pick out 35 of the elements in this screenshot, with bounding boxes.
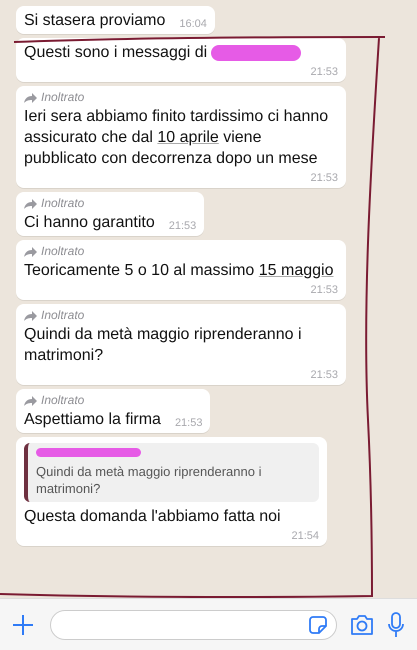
forwarded-label: Inoltrato — [41, 196, 84, 211]
date-link[interactable]: 15 maggio — [258, 262, 334, 279]
message-text: Questi sono i messaggi di — [24, 42, 338, 63]
date-link[interactable]: 10 aprile — [157, 129, 219, 146]
message-text: Ieri sera abbiamo finito tardissimo ci hanno assicurato che dal 10 aprile viene pubblicato con decorrenza dopo un mese — [24, 107, 330, 169]
message-time: 21:54 — [291, 529, 319, 543]
message-time: 16:04 — [179, 17, 207, 31]
sticker-icon[interactable] — [308, 614, 328, 634]
forwarded-label: Inoltrato — [41, 90, 84, 105]
message-text: Quindi da metà maggio riprenderanno i matrimoni? — [24, 325, 302, 366]
forwarded-label: Inoltrato — [41, 393, 84, 408]
message-time: 21:53 — [168, 219, 196, 233]
forwarded-label: Inoltrato — [41, 244, 84, 259]
message-text: Questa domanda l'abbiamo fatta noi — [24, 507, 282, 527]
message-time: 21:53 — [310, 283, 338, 297]
forward-icon — [24, 198, 37, 208]
forward-icon — [24, 92, 37, 102]
forward-icon — [24, 396, 37, 406]
message-text: Aspettiamo la firma — [24, 410, 161, 430]
message-time: 21:53 — [310, 65, 338, 79]
forwarded-label: Inoltrato — [41, 308, 84, 323]
camera-icon[interactable] — [349, 614, 375, 636]
quoted-text: Quindi da metà maggio riprenderanno i matrimoni? — [36, 463, 262, 497]
microphone-icon[interactable] — [387, 612, 405, 638]
message-time: 21:53 — [310, 368, 338, 382]
message-input[interactable] — [50, 610, 337, 640]
forward-icon — [24, 310, 37, 320]
message-time: 21:53 — [310, 171, 338, 185]
message-text: Si stasera proviamo — [24, 11, 166, 31]
plus-icon[interactable] — [12, 614, 34, 636]
message-time: 21:53 — [174, 416, 202, 430]
message-text: Ci hanno garantito — [24, 213, 155, 233]
message-text: Teoricamente 5 o 10 al massimo 15 maggio — [24, 261, 334, 281]
quoted-message[interactable]: Quindi da metà maggio riprenderanno i matrimoni? — [24, 443, 319, 502]
forward-icon — [24, 246, 37, 256]
